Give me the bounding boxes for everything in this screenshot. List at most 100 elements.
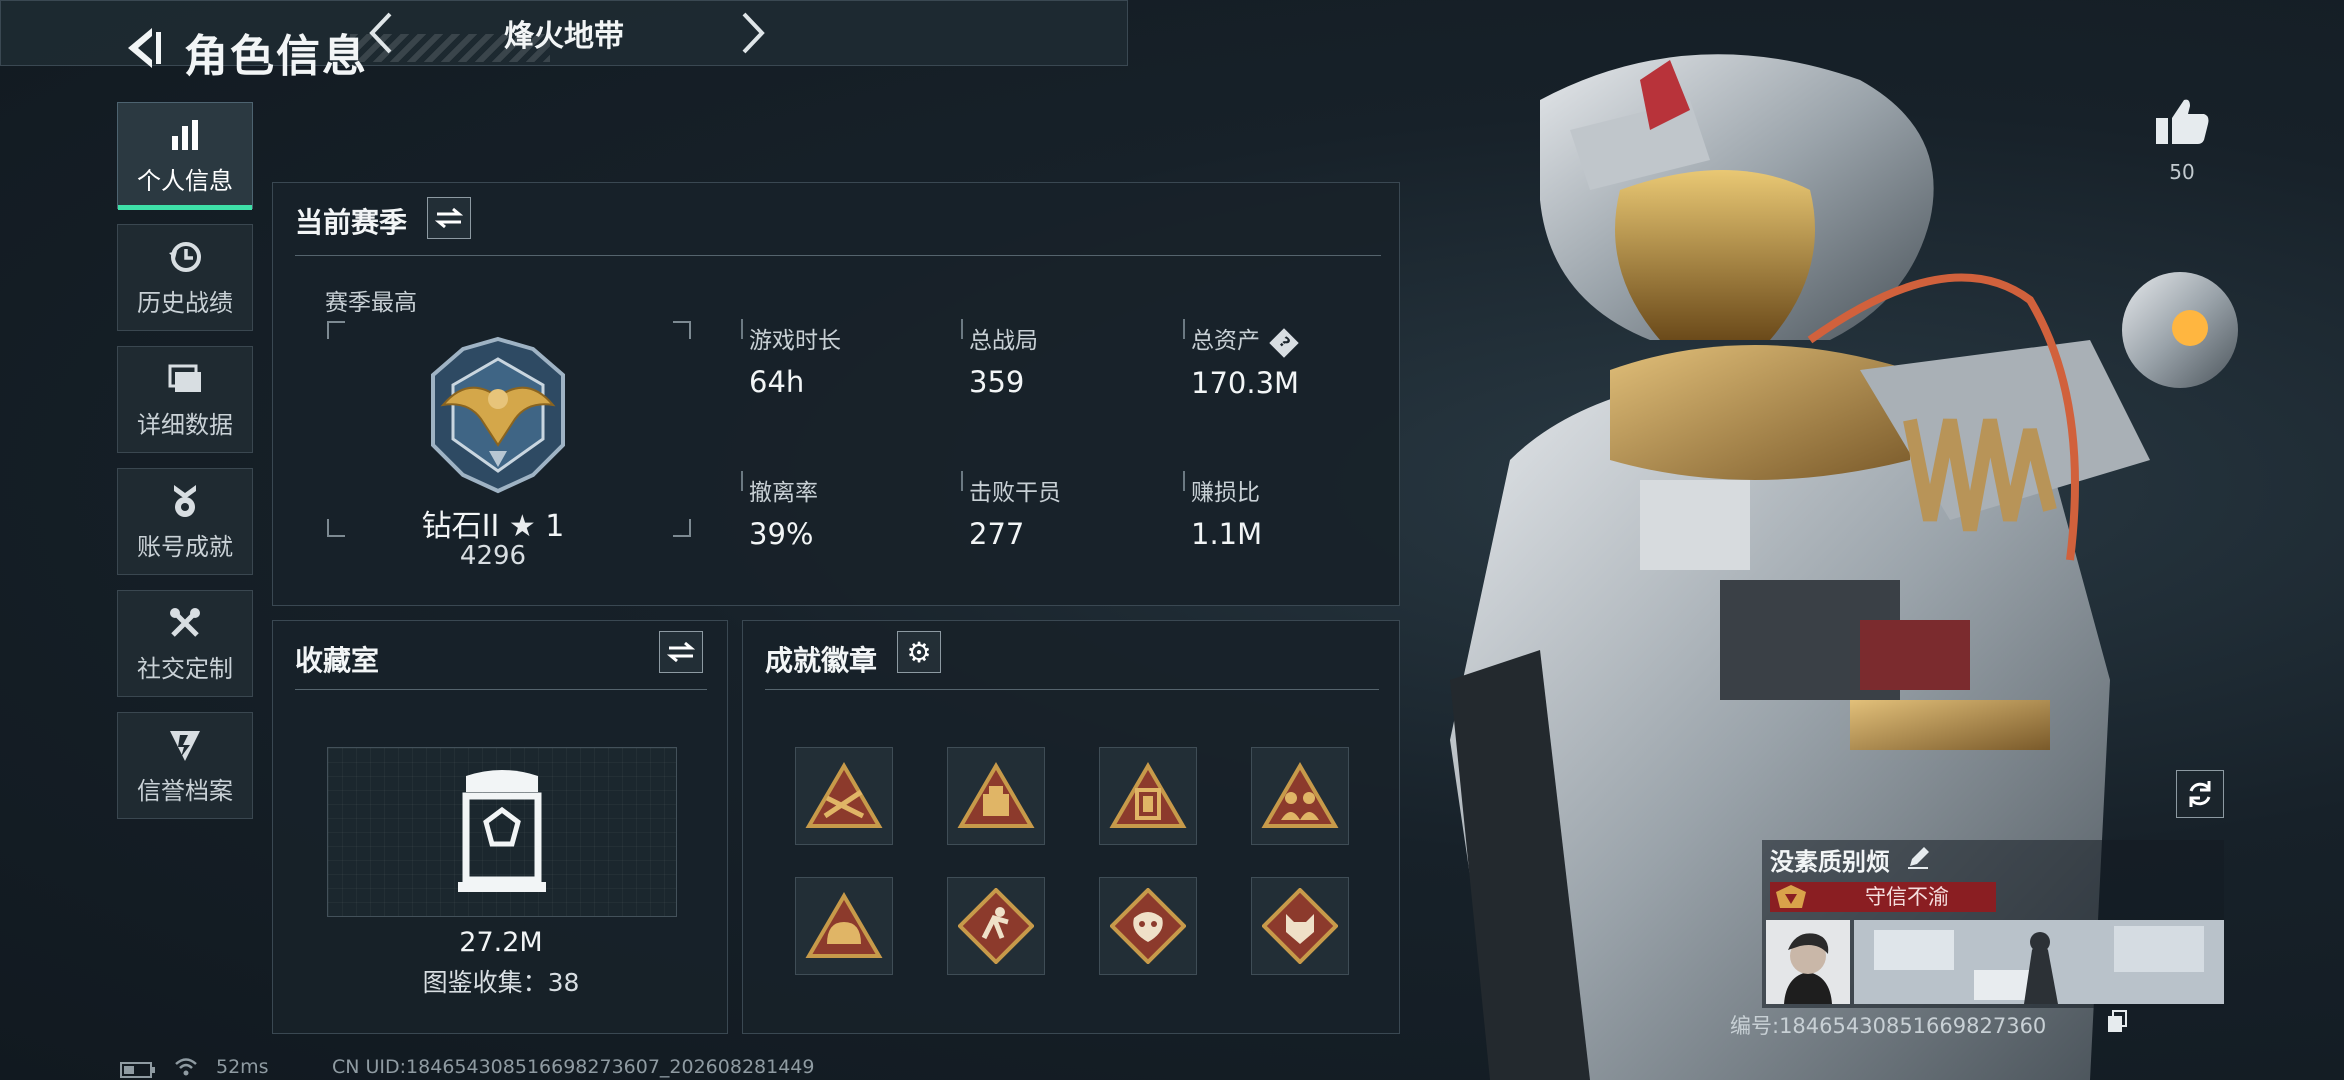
history-clock-icon: [165, 237, 205, 277]
stat-separator: [961, 471, 963, 491]
stat-label: 总战局: [969, 328, 1038, 354]
player-id: 编号:18465430851669827360: [1730, 1014, 2047, 1038]
reputation-emblem-icon: [1776, 885, 1806, 908]
stat-value: 39%: [749, 517, 814, 551]
stat-label: 撤离率: [749, 480, 818, 506]
avatar[interactable]: [1766, 920, 1850, 1004]
nav-item-account-achievements[interactable]: 账号成就: [117, 468, 253, 575]
reputation-badge: 守信不渝: [1770, 882, 1996, 912]
nav-item-label: 历史战绩: [137, 289, 233, 317]
rank-name-text: 钻石II: [421, 509, 500, 544]
vault-preview: [327, 747, 677, 917]
rank-name: 钻石II ★ 1: [333, 501, 653, 545]
stat-label: 赚损比: [1191, 480, 1260, 506]
nav-item-reputation[interactable]: 信誉档案: [117, 712, 253, 819]
stat-separator: [1183, 319, 1185, 339]
player-banner-image: [1854, 920, 2224, 1004]
stat-value: 64h: [749, 365, 805, 399]
stat-value: 359: [969, 365, 1025, 399]
nav-item-label: 社交定制: [137, 655, 233, 683]
folder-data-icon: [165, 359, 205, 399]
season-best-label: 赛季最高: [325, 290, 417, 316]
bar-chart-icon: [165, 115, 205, 155]
stat-profit-loss: 赚损比 1.1M: [1191, 473, 1262, 551]
collection-switch-button[interactable]: [659, 631, 703, 673]
badge-diamond-runner-icon[interactable]: [947, 877, 1045, 975]
stat-value: 170.3M: [1191, 366, 1300, 400]
nav-item-label: 信誉档案: [137, 777, 233, 805]
nav-item-social-customize[interactable]: 社交定制: [117, 590, 253, 697]
rank-points: 4296: [459, 541, 527, 571]
divider: [765, 689, 1379, 690]
thumbs-up-icon[interactable]: [2154, 96, 2210, 146]
help-icon[interactable]: ?: [1269, 328, 1300, 358]
stat-label: 总资产 ?: [1191, 321, 1300, 358]
mode-selector: 烽火地带: [0, 0, 1128, 66]
stat-total-assets: 总资产 ? 170.3M: [1191, 321, 1299, 400]
collection-value: 27.2M: [459, 927, 543, 958]
uid-text: CN UID:18465430851669827360​7_2026082814…: [332, 1056, 815, 1078]
rank-stars: 1: [545, 509, 565, 544]
frame-corner: [673, 519, 691, 537]
refresh-icon: [2189, 781, 2211, 807]
badge-triangle-team-icon[interactable]: [1251, 747, 1349, 845]
star-icon: ★: [508, 509, 536, 544]
gear-icon: ⚙: [906, 635, 932, 669]
stat-play-time: 游戏时长 64h: [749, 321, 841, 399]
stat-separator: [741, 319, 743, 339]
badge-triangle-helmet-icon[interactable]: [795, 877, 893, 975]
swap-icon: [667, 641, 695, 663]
player-card: 没素质别烦 守信不渝: [1762, 840, 2224, 1008]
collection-count: 图鉴收集：38: [422, 968, 580, 997]
badge-diamond-beast-icon[interactable]: [1251, 877, 1349, 975]
tools-customize-icon: [165, 603, 205, 643]
reputation-text: 守信不渝: [1865, 885, 1949, 909]
badge-triangle-weapons-icon[interactable]: [795, 747, 893, 845]
battery-icon: [120, 1062, 155, 1078]
nav-item-label: 账号成就: [137, 533, 233, 561]
nav-item-detailed-data[interactable]: 详细数据: [117, 346, 253, 453]
stat-separator: [961, 319, 963, 339]
nav-item-label: 详细数据: [137, 411, 233, 439]
nav-item-label: 个人信息: [137, 167, 233, 195]
diamond-rank-emblem-icon: [431, 336, 565, 494]
stat-separator: [1183, 471, 1185, 491]
divider: [295, 689, 707, 690]
badge-triangle-lantern-icon[interactable]: [1099, 747, 1197, 845]
player-name: 没素质别烦: [1770, 848, 1890, 876]
divider: [295, 255, 1381, 256]
frame-corner: [673, 321, 691, 339]
chevron-left-icon[interactable]: [360, 10, 404, 56]
season-switch-button[interactable]: [427, 197, 471, 239]
stat-value: 277: [969, 517, 1025, 551]
nav-item-history[interactable]: 历史战绩: [117, 224, 253, 331]
chevron-right-icon[interactable]: [730, 10, 774, 56]
mode-title: 烽火地带: [504, 19, 624, 54]
wifi-icon: [175, 1058, 197, 1076]
stat-separator: [741, 471, 743, 491]
badge-diamond-dragon-icon[interactable]: [1099, 877, 1197, 975]
season-title: 当前赛季: [295, 206, 408, 239]
badge-triangle-crate-icon[interactable]: [947, 747, 1045, 845]
like-count: 50: [2169, 160, 2195, 184]
swap-icon: [435, 207, 463, 229]
stat-label: 击败干员: [969, 480, 1061, 506]
collection-panel[interactable]: 收藏室 27.2M 图鉴收集：38: [272, 620, 728, 1034]
ping-value: 52ms: [216, 1056, 269, 1078]
season-panel: 当前赛季 赛季最高 钻石II ★ 1 4296 游戏时长 64h 总战局 359…: [272, 182, 1400, 606]
achievement-medal-icon: [165, 481, 205, 521]
stat-label: 游戏时长: [749, 328, 841, 354]
achievements-title: 成就徽章: [765, 644, 878, 677]
stat-value: 1.1M: [1191, 517, 1263, 551]
copy-icon[interactable]: [2106, 1010, 2128, 1034]
edit-pencil-icon[interactable]: [1906, 844, 1932, 870]
achievement-settings-button[interactable]: ⚙: [897, 631, 941, 673]
frame-corner: [327, 321, 345, 339]
collection-title: 收藏室: [295, 644, 380, 677]
rotate-model-button[interactable]: [2176, 770, 2224, 818]
stat-extraction-rate: 撤离率 39%: [749, 473, 818, 551]
stat-total-matches: 总战局 359: [969, 321, 1038, 399]
nav-item-personal-info[interactable]: 个人信息: [117, 102, 253, 210]
stat-operators-defeated: 击败干员 277: [969, 473, 1061, 551]
achievement-panel: 成就徽章 ⚙: [742, 620, 1400, 1034]
